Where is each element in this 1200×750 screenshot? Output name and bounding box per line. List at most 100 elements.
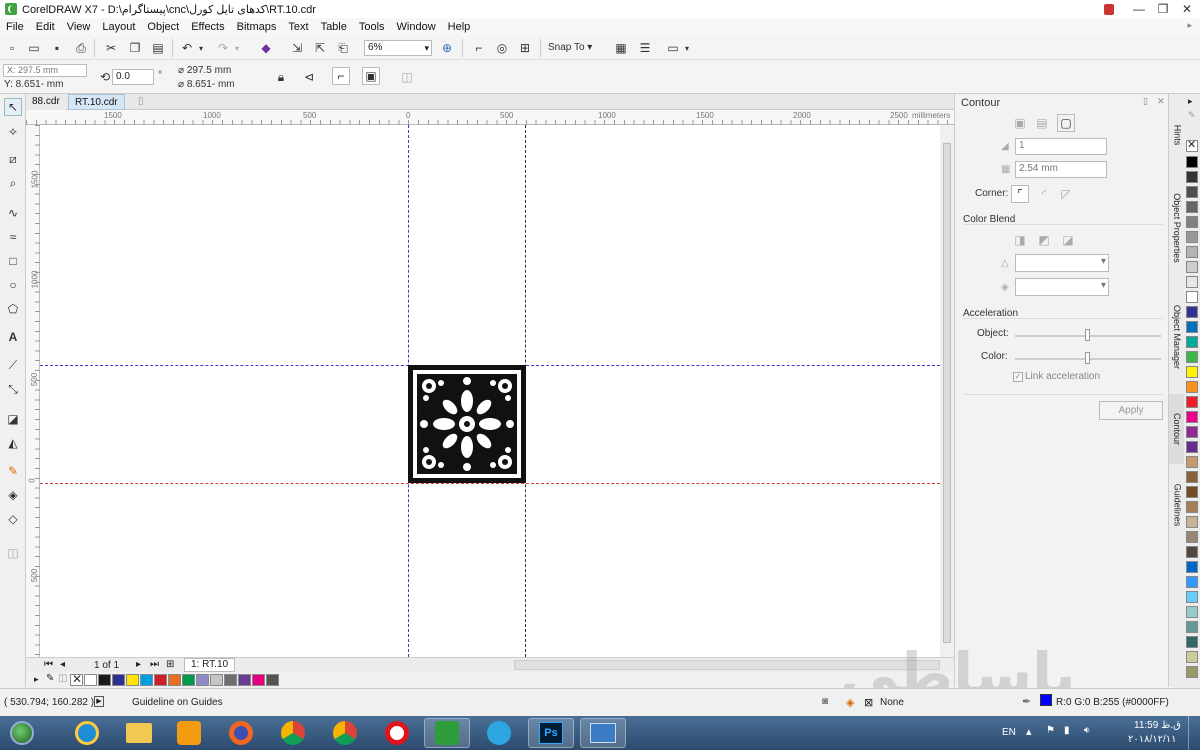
tray-expand-icon[interactable]: ▴ [1026, 725, 1032, 738]
guideline-anchor-icon[interactable]: ⊲ [300, 68, 318, 86]
menu-overflow-icon[interactable]: ▸ [1187, 20, 1192, 31]
color-swatch[interactable] [266, 674, 279, 686]
welcome-dropdown-icon[interactable]: ▾ [682, 39, 692, 57]
welcome-screen-icon[interactable]: ▭ [664, 39, 682, 57]
undo-icon[interactable]: ↶ [178, 39, 196, 57]
transparency-icon[interactable]: ◭ [4, 434, 22, 452]
color-swatch[interactable] [1186, 531, 1198, 543]
color-swatch[interactable] [1186, 636, 1198, 648]
no-color-swatch[interactable]: ✕ [1186, 139, 1198, 152]
color-swatch[interactable] [1186, 426, 1198, 438]
palette-eyedropper-icon[interactable]: ✎ [1188, 110, 1196, 121]
color-swatch[interactable] [1186, 606, 1198, 618]
show-grid-icon[interactable]: ◎ [493, 39, 511, 57]
color-swatch[interactable] [84, 674, 97, 686]
add-page-icon[interactable]: ⊞ [166, 659, 174, 670]
color-swatch[interactable] [1186, 501, 1198, 513]
color-swatch[interactable] [1186, 516, 1198, 528]
publish-pdf-icon[interactable]: ⎗ [334, 39, 352, 57]
smart-fill-icon[interactable]: ◇ [4, 510, 22, 528]
object-properties-tab[interactable]: Object Properties [1169, 174, 1185, 282]
menu-edit[interactable]: Edit [30, 21, 61, 33]
paste-icon[interactable]: ▤ [149, 39, 167, 57]
menu-layout[interactable]: Layout [96, 21, 141, 33]
apply-button[interactable]: Apply [1099, 401, 1163, 420]
snap-to-dropdown[interactable]: Snap To ▾ [548, 42, 592, 53]
color-swatch[interactable] [168, 674, 181, 686]
zoom-level-select[interactable]: 6% ▾ [364, 40, 432, 56]
options-icon[interactable]: ▦ [612, 39, 630, 57]
horizontal-ruler[interactable]: 1500 1000 500 0 500 1000 1500 2000 2500 … [26, 110, 954, 125]
export-icon[interactable]: ⇱ [311, 39, 329, 57]
tab-rt10-cdr[interactable]: RT.10.cdr [68, 94, 125, 110]
color-swatch[interactable] [1186, 561, 1198, 573]
color-swatch[interactable] [1186, 321, 1198, 333]
show-guidelines-icon[interactable]: ⊞ [516, 39, 534, 57]
counterclockwise-blend-icon[interactable]: ◪ [1059, 231, 1077, 249]
minimize-button[interactable]: — [1126, 0, 1152, 18]
color-swatch[interactable] [196, 674, 209, 686]
outline-color-swatch[interactable] [1040, 694, 1052, 706]
palette-eyedropper-icon[interactable]: ✎ [46, 673, 54, 684]
play-icon[interactable]: ▶ [94, 696, 104, 707]
disabled-option-icon[interactable]: ◫ [398, 68, 416, 86]
color-swatch[interactable] [112, 674, 125, 686]
color-swatch[interactable] [1186, 456, 1198, 468]
mitered-corner-icon[interactable]: ⌜ [1011, 185, 1029, 203]
color-swatch[interactable] [1186, 366, 1198, 378]
linear-blend-icon[interactable]: ◨ [1011, 231, 1029, 249]
menu-table[interactable]: Table [315, 21, 353, 33]
inside-contour-icon[interactable]: ▤ [1033, 114, 1051, 132]
color-swatch[interactable] [154, 674, 167, 686]
color-swatch[interactable] [1186, 396, 1198, 408]
to-center-icon[interactable]: ▣ [1011, 114, 1029, 132]
color-swatch[interactable] [140, 674, 153, 686]
cut-icon[interactable]: ✂ [102, 39, 120, 57]
photoshop-button[interactable]: Ps [528, 718, 574, 748]
print-icon[interactable]: ⎙ [72, 39, 90, 57]
language-indicator[interactable]: EN [1002, 727, 1016, 738]
fill-color-dropdown[interactable] [1015, 278, 1109, 296]
application-launcher-icon[interactable]: ☰ [636, 39, 654, 57]
color-swatch[interactable] [1186, 216, 1198, 228]
drop-shadow-icon[interactable]: ◪ [4, 410, 22, 428]
flag-icon[interactable]: ⚑ [1046, 725, 1055, 736]
menu-file[interactable]: File [0, 21, 30, 33]
internet-explorer-button[interactable] [64, 718, 110, 748]
search-content-icon[interactable]: ◆ [257, 39, 275, 57]
x-position-field[interactable]: X: 297.5 mm [3, 64, 87, 77]
menu-object[interactable]: Object [141, 21, 185, 33]
color-swatch[interactable] [1186, 306, 1198, 318]
menu-tools[interactable]: Tools [353, 21, 391, 33]
lock-ratio-icon[interactable]: 🔒︎ [272, 68, 290, 86]
first-page-icon[interactable]: ⏮ [44, 659, 53, 670]
user-icon[interactable] [1096, 0, 1122, 18]
color-swatch[interactable] [1186, 276, 1198, 288]
hints-tab[interactable]: Hints [1169, 112, 1185, 158]
color-swatch[interactable] [98, 674, 111, 686]
outline-color-dropdown[interactable] [1015, 254, 1109, 272]
color-eyedropper-icon[interactable]: ✎ [4, 462, 22, 480]
freehand-tool-icon[interactable]: ∿ [4, 204, 22, 222]
import-icon[interactable]: ⇲ [288, 39, 306, 57]
outside-contour-icon[interactable]: ▢ [1057, 114, 1075, 132]
last-page-icon[interactable]: ⏭ [150, 659, 159, 670]
contour-tab[interactable]: Contour [1169, 394, 1185, 464]
vertical-ruler[interactable]: 1500 1000 500 0 500 [26, 125, 40, 657]
rotation-angle-field[interactable]: 0.0 [112, 69, 154, 85]
color-swatch[interactable] [252, 674, 265, 686]
color-swatch[interactable] [1186, 351, 1198, 363]
snap-icon[interactable]: ◙ [822, 696, 828, 707]
redo-icon[interactable]: ↷ [214, 39, 232, 57]
color-accel-thumb[interactable] [1085, 352, 1090, 364]
bevel-corner-icon[interactable]: ◸ [1057, 185, 1075, 203]
color-swatch[interactable] [1186, 486, 1198, 498]
full-screen-preview-icon[interactable]: ⊕ [438, 39, 456, 57]
next-page-icon[interactable]: ▸ [136, 659, 141, 670]
menu-bitmaps[interactable]: Bitmaps [231, 21, 283, 33]
new-tab-icon[interactable]: ▯ [132, 94, 150, 110]
customize-toolbox-icon[interactable]: ◫ [4, 544, 22, 562]
guidelines-tab[interactable]: Guidelines [1169, 470, 1185, 540]
color-swatch[interactable] [1186, 381, 1198, 393]
link-acceleration-checkbox[interactable]: ✓ [1013, 372, 1023, 382]
